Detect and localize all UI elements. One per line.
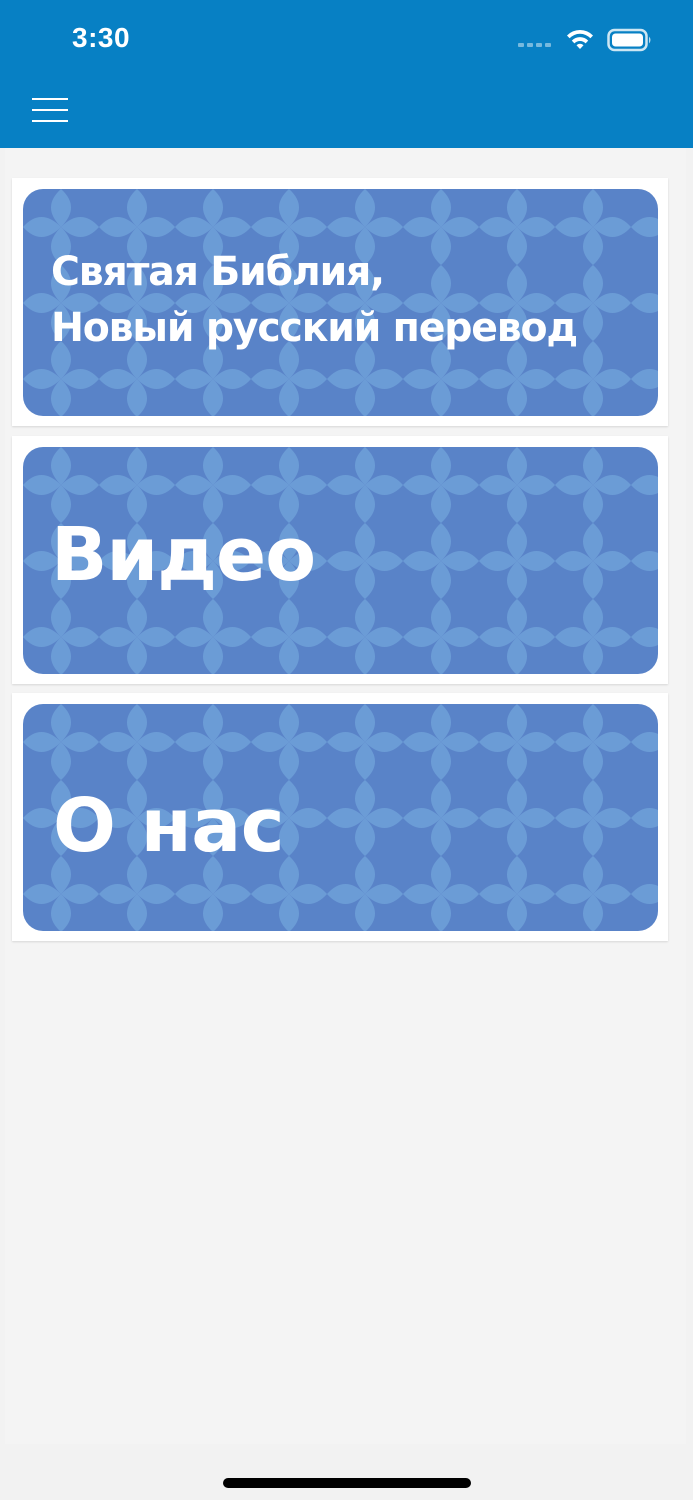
bible-card-title: Святая Библия, Новый русский перевод: [51, 244, 578, 356]
video-card-title: Видео: [51, 512, 316, 598]
about-card-title: О нас: [53, 783, 285, 869]
home-indicator[interactable]: [223, 1478, 471, 1488]
about-card-image: О нас: [23, 704, 658, 931]
bible-title-line-2: Новый русский перевод: [51, 305, 578, 351]
app-header: 3:30: [0, 0, 693, 148]
battery-icon: [607, 28, 651, 52]
video-card-image: Видео: [23, 447, 658, 674]
status-indicators: [518, 26, 653, 54]
cellular-signal-icon: [518, 43, 551, 47]
bible-card[interactable]: Святая Библия, Новый русский перевод: [12, 178, 668, 426]
about-card[interactable]: О нас: [12, 693, 668, 941]
video-card[interactable]: Видео: [12, 436, 668, 684]
hamburger-menu-icon[interactable]: [32, 96, 70, 124]
wifi-icon: [567, 29, 593, 49]
bible-title-line-1: Святая Библия,: [51, 249, 385, 295]
bible-card-image: Святая Библия, Новый русский перевод: [23, 189, 658, 416]
status-time: 3:30: [72, 22, 131, 53]
